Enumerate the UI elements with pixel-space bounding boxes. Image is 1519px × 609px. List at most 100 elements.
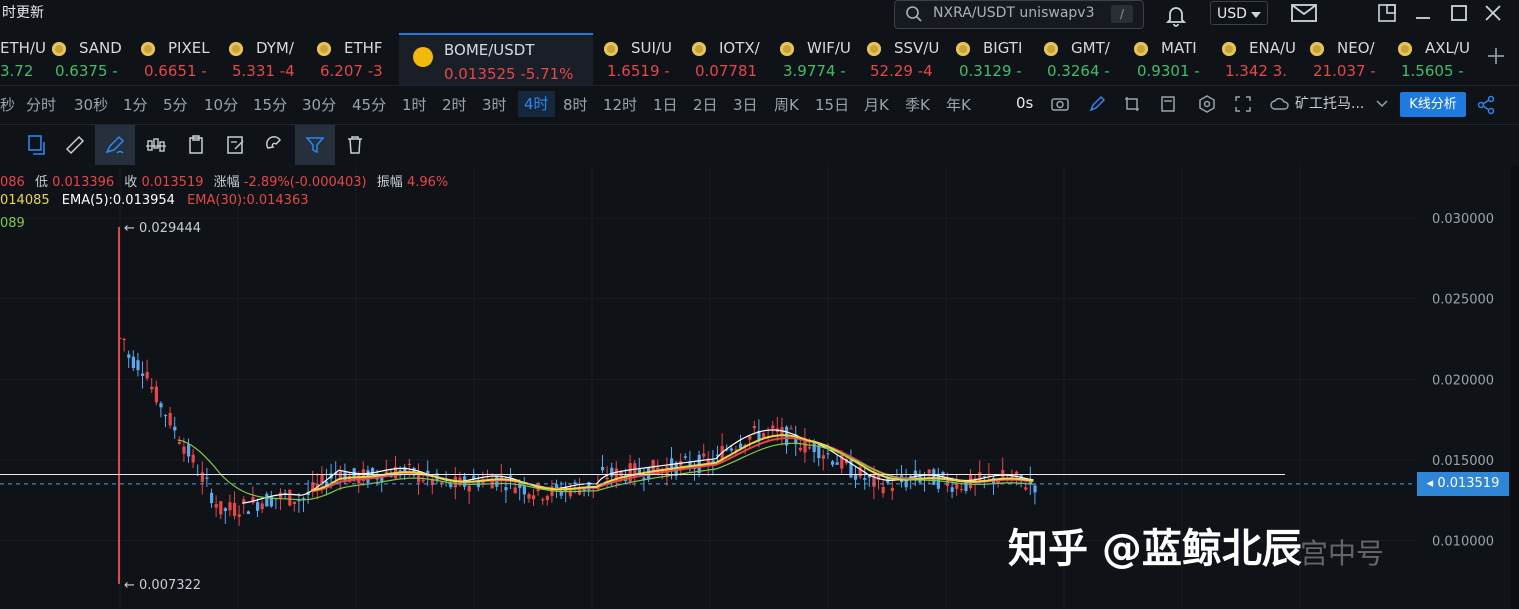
ohlc-readout: 086 低 0.013396 收 0.013519 涨幅 -2.89%(-0.0… (0, 171, 448, 190)
tab-8[interactable]: WIF/U 3.9774 - (780, 33, 866, 85)
period-1[interactable]: 分时 (26, 94, 56, 115)
kline-analysis-button[interactable]: K线分析 (1400, 92, 1466, 117)
period-5[interactable]: 10分 (204, 94, 238, 115)
ohlc-amp: 4.96% (406, 175, 449, 190)
layout-icon[interactable] (1122, 94, 1142, 114)
tab-4[interactable]: ETHF 6.207 -3 (317, 33, 397, 85)
candle-body (964, 481, 968, 492)
tab-9[interactable]: SSV/U 52.29 -4 (867, 33, 953, 85)
period-17[interactable]: 3日 (733, 94, 758, 115)
tab-6[interactable]: SUI/U 1.6519 - (604, 33, 690, 85)
calculator-icon[interactable] (1158, 94, 1178, 114)
period-20[interactable]: 月K (864, 94, 889, 115)
edit-note-icon[interactable] (216, 125, 256, 165)
candle-body (610, 467, 614, 477)
candle-body (522, 485, 526, 495)
drawing-pen-icon[interactable] (95, 125, 135, 165)
currency-select[interactable]: USD (1210, 1, 1268, 25)
period-21[interactable]: 季K (905, 94, 930, 115)
bell-icon[interactable] (1164, 3, 1188, 27)
period-14[interactable]: 12时 (603, 94, 637, 115)
tab-11[interactable]: GMT/0.3264 - (1044, 33, 1130, 85)
chevron-down-icon[interactable] (1376, 99, 1388, 109)
fullscreen-icon[interactable] (1233, 94, 1253, 114)
chevron-down-icon (1251, 12, 1261, 18)
period-9[interactable]: 1时 (402, 94, 427, 115)
period-11[interactable]: 3时 (482, 94, 507, 115)
add-tab-icon[interactable] (1486, 46, 1506, 66)
tab-price: 1.342 3. (1225, 62, 1288, 80)
share-icon[interactable] (1476, 95, 1496, 115)
settings-icon[interactable] (1197, 94, 1217, 114)
period-6[interactable]: 15分 (253, 94, 287, 115)
maximize-icon[interactable] (1448, 2, 1470, 24)
pen-icon[interactable] (1087, 94, 1107, 114)
period-2[interactable]: 30秒 (74, 94, 108, 115)
period-0[interactable]: 秒 (0, 94, 15, 115)
tab-3[interactable]: DYM/5.331 -4 (229, 33, 315, 85)
candle-body (762, 433, 766, 438)
search-box[interactable]: NXRA/USDT uniswapv3 / (894, 0, 1144, 29)
timer-label: 0s (1016, 94, 1034, 112)
minimize-icon[interactable] (1412, 2, 1434, 24)
cloud-icon (1270, 97, 1289, 110)
tab-price: 0.013525 -5.71% (444, 65, 574, 83)
ruler-icon[interactable] (55, 125, 95, 165)
period-3[interactable]: 1分 (123, 94, 148, 115)
window-title: 时更新 (2, 5, 44, 21)
tab-14[interactable]: NEO/21.037 - (1310, 33, 1396, 85)
period-4[interactable]: 5分 (163, 94, 188, 115)
coin-icon (867, 42, 881, 56)
tab-symbol: IOTX/ (719, 39, 760, 57)
candles-icon[interactable] (136, 125, 176, 165)
period-8[interactable]: 45分 (352, 94, 386, 115)
copy-icon[interactable] (16, 125, 56, 165)
search-input[interactable]: NXRA/USDT uniswapv3 (933, 5, 1094, 21)
period-15[interactable]: 1日 (653, 94, 678, 115)
period-10[interactable]: 2时 (442, 94, 467, 115)
period-22[interactable]: 年K (946, 94, 971, 115)
candle-body (145, 372, 149, 379)
candle-body (863, 478, 867, 480)
tab-price: 3.9774 - (783, 62, 846, 80)
candle-body (532, 495, 536, 500)
tab-5[interactable]: BOME/USDT 0.013525 -5.71% (399, 33, 593, 85)
scrollbar-track[interactable] (1511, 166, 1519, 609)
candle-body (168, 412, 172, 426)
period-13[interactable]: 8时 (563, 94, 588, 115)
filter-icon[interactable] (295, 125, 335, 165)
tab-1[interactable]: SAND 0.6375 - (52, 33, 138, 85)
popout-icon[interactable] (1376, 2, 1398, 24)
tab-0[interactable]: ETH/U 3.72 (0, 33, 48, 85)
tab-15[interactable]: AXL/U 1.5605 - (1398, 33, 1484, 85)
period-12[interactable]: 4时 (518, 91, 555, 117)
period-19[interactable]: 15日 (815, 94, 849, 115)
candle-body (702, 453, 706, 457)
tab-10[interactable]: BIGTI 0.3129 - (956, 33, 1042, 85)
camera-icon[interactable] (1050, 94, 1070, 114)
tab-2[interactable]: PIXEL 0.6651 - (141, 33, 227, 85)
candle-body (177, 442, 181, 444)
period-18[interactable]: 周K (774, 94, 799, 115)
price-axis-label: 0.010000 (1432, 535, 1494, 550)
tab-symbol: ETH/U (0, 39, 46, 57)
magnet-icon[interactable] (255, 125, 295, 165)
candle-body (214, 504, 218, 508)
miner-select[interactable]: 矿工托马... (1295, 93, 1364, 113)
mail-icon[interactable] (1290, 2, 1318, 24)
tab-12[interactable]: MATI 0.9301 - (1134, 33, 1220, 85)
trash-icon[interactable] (335, 125, 375, 165)
clipboard-icon[interactable] (176, 125, 216, 165)
period-16[interactable]: 2日 (693, 94, 718, 115)
tab-price: 0.6651 - (144, 62, 207, 80)
tab-symbol: ENA/U (1249, 39, 1296, 57)
tab-13[interactable]: ENA/U 1.342 3. (1222, 33, 1308, 85)
period-7[interactable]: 30分 (302, 94, 336, 115)
tab-symbol: SUI/U (631, 39, 672, 57)
candle-body (504, 487, 508, 491)
close-icon[interactable] (1482, 2, 1504, 24)
coin-icon (956, 42, 970, 56)
tab-7[interactable]: IOTX/0.07781 (692, 33, 778, 85)
candle-body (729, 448, 733, 451)
low-annotation: ← 0.007322 (124, 578, 201, 593)
